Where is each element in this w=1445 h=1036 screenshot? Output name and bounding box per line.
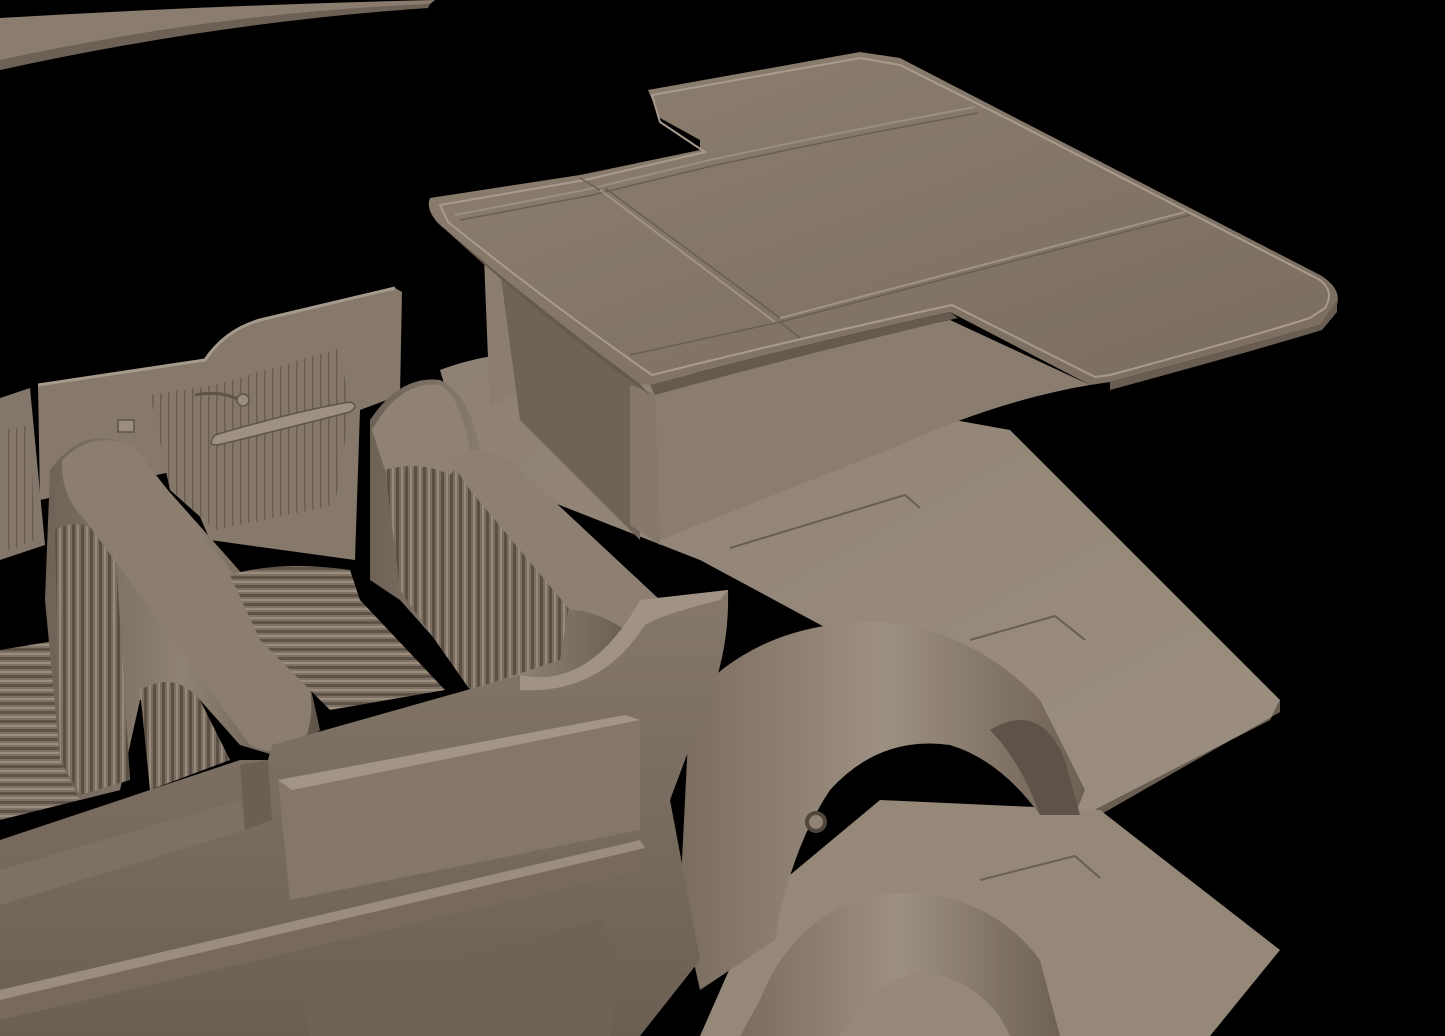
3d-model-render — [0, 0, 1338, 1036]
rear-deck-bar[interactable] — [0, 0, 435, 70]
3d-viewport[interactable] — [0, 0, 1445, 1036]
